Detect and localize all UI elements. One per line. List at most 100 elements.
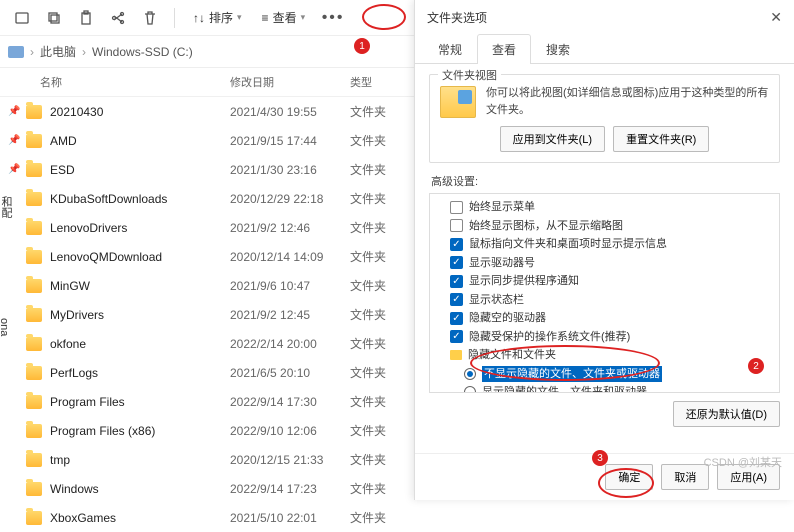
group-description: 你可以将此视图(如详细信息或图标)应用于这种类型的所有文件夹。 <box>486 85 769 118</box>
dialog-titlebar: 文件夹选项 ✕ <box>415 0 794 34</box>
apply-button[interactable]: 应用(A) <box>717 464 780 490</box>
advanced-item[interactable]: 隐藏空的驱动器 <box>436 309 773 328</box>
file-name: Windows <box>50 482 230 496</box>
advanced-settings-list[interactable]: 始终显示菜单始终显示图标，从不显示缩略图鼠标指向文件夹和桌面项时显示提示信息显示… <box>429 193 780 393</box>
new-window-icon[interactable] <box>8 4 36 32</box>
sort-dropdown[interactable]: ↑↓ 排序 ▾ <box>185 9 250 26</box>
file-name: AMD <box>50 134 230 148</box>
folder-icon <box>26 279 42 293</box>
table-row[interactable]: XboxGames2021/5/10 22:01文件夹 <box>0 503 794 532</box>
file-date: 2021/5/10 22:01 <box>230 511 350 525</box>
file-name: MinGW <box>50 279 230 293</box>
advanced-item[interactable]: 显示隐藏的文件、文件夹和驱动器 <box>436 383 773 393</box>
file-date: 2021/9/15 17:44 <box>230 134 350 148</box>
folder-icon <box>26 134 42 148</box>
paste-icon[interactable] <box>72 4 100 32</box>
folder-icon <box>26 482 42 496</box>
separator <box>174 8 175 28</box>
checkbox[interactable] <box>450 219 463 232</box>
file-name: Program Files <box>50 395 230 409</box>
file-type: 文件夹 <box>350 364 410 381</box>
folder-icon <box>26 337 42 351</box>
checkbox[interactable] <box>450 312 463 325</box>
checkbox[interactable] <box>450 330 463 343</box>
copy-icon[interactable] <box>40 4 68 32</box>
folder-icon <box>26 105 42 119</box>
folder-icon <box>26 308 42 322</box>
file-type: 文件夹 <box>350 190 410 207</box>
advanced-item[interactable]: 鼠标指向文件夹和桌面项时显示提示信息 <box>436 235 773 254</box>
file-type: 文件夹 <box>350 509 410 526</box>
radio[interactable] <box>464 368 476 380</box>
breadcrumb-drive[interactable]: Windows-SSD (C:) <box>92 45 193 59</box>
advanced-item[interactable]: 隐藏受保护的操作系统文件(推荐) <box>436 328 773 347</box>
more-button[interactable]: ••• <box>317 4 349 32</box>
item-label: 隐藏文件和文件夹 <box>468 347 556 364</box>
group-title: 文件夹视图 <box>438 67 501 83</box>
share-icon[interactable] <box>104 4 132 32</box>
ok-button[interactable]: 确定 <box>605 464 653 490</box>
file-date: 2021/6/5 20:10 <box>230 366 350 380</box>
tab-general[interactable]: 常规 <box>423 34 477 64</box>
file-type: 文件夹 <box>350 335 410 352</box>
col-date[interactable]: 修改日期 <box>230 74 350 90</box>
advanced-item[interactable]: 不显示隐藏的文件、文件夹或驱动器 <box>436 365 773 384</box>
file-name: 20210430 <box>50 105 230 119</box>
folder-icon <box>26 192 42 206</box>
col-name[interactable]: 名称 <box>40 74 230 90</box>
tab-view[interactable]: 查看 <box>477 34 531 64</box>
file-type: 文件夹 <box>350 393 410 410</box>
checkbox[interactable] <box>450 201 463 214</box>
delete-icon[interactable] <box>136 4 164 32</box>
file-type: 文件夹 <box>350 451 410 468</box>
advanced-item[interactable]: 显示驱动器号 <box>436 254 773 273</box>
drive-icon <box>8 46 24 58</box>
dialog-title: 文件夹选项 <box>427 9 487 26</box>
file-type: 文件夹 <box>350 219 410 236</box>
item-label: 显示状态栏 <box>469 292 524 309</box>
advanced-item[interactable]: 隐藏文件和文件夹 <box>436 346 773 365</box>
apply-to-folders-button[interactable]: 应用到文件夹(L) <box>500 126 605 152</box>
file-name: tmp <box>50 453 230 467</box>
close-icon[interactable]: ✕ <box>770 9 782 26</box>
checkbox[interactable] <box>450 238 463 251</box>
pin-icon: 📌 <box>8 164 22 175</box>
cancel-button[interactable]: 取消 <box>661 464 709 490</box>
folder-icon <box>26 163 42 177</box>
file-date: 2021/9/2 12:46 <box>230 221 350 235</box>
advanced-item[interactable]: 始终显示菜单 <box>436 198 773 217</box>
file-type: 文件夹 <box>350 306 410 323</box>
sort-label: 排序 <box>209 9 233 26</box>
file-type: 文件夹 <box>350 277 410 294</box>
restore-defaults-button[interactable]: 还原为默认值(D) <box>673 401 780 427</box>
folder-icon <box>26 424 42 438</box>
file-date: 2021/9/6 10:47 <box>230 279 350 293</box>
radio[interactable] <box>464 386 476 393</box>
item-label: 隐藏受保护的操作系统文件(推荐) <box>469 329 630 346</box>
file-date: 2020/12/29 22:18 <box>230 192 350 206</box>
view-dropdown[interactable]: ≡ 查看 ▾ <box>254 9 314 26</box>
file-name: MyDrivers <box>50 308 230 322</box>
file-name: LenovoDrivers <box>50 221 230 235</box>
col-type[interactable]: 类型 <box>350 74 410 90</box>
checkbox[interactable] <box>450 275 463 288</box>
checkbox[interactable] <box>450 256 463 269</box>
file-date: 2020/12/14 14:09 <box>230 250 350 264</box>
item-label: 不显示隐藏的文件、文件夹或驱动器 <box>482 366 662 383</box>
chevron-right-icon: › <box>82 45 86 59</box>
folder-icon <box>26 395 42 409</box>
folder-icon <box>26 511 42 525</box>
advanced-item[interactable]: 始终显示图标，从不显示缩略图 <box>436 217 773 236</box>
reset-folders-button[interactable]: 重置文件夹(R) <box>613 126 709 152</box>
breadcrumb-pc[interactable]: 此电脑 <box>40 43 76 60</box>
folder-view-group: 文件夹视图 你可以将此视图(如详细信息或图标)应用于这种类型的所有文件夹。 应用… <box>429 74 780 163</box>
folder-icon <box>26 250 42 264</box>
file-date: 2021/4/30 19:55 <box>230 105 350 119</box>
checkbox[interactable] <box>450 293 463 306</box>
side-label: ona <box>0 318 10 336</box>
advanced-item[interactable]: 显示状态栏 <box>436 291 773 310</box>
file-name: PerfLogs <box>50 366 230 380</box>
file-name: okfone <box>50 337 230 351</box>
advanced-item[interactable]: 显示同步提供程序通知 <box>436 272 773 291</box>
tab-search[interactable]: 搜索 <box>531 34 585 64</box>
